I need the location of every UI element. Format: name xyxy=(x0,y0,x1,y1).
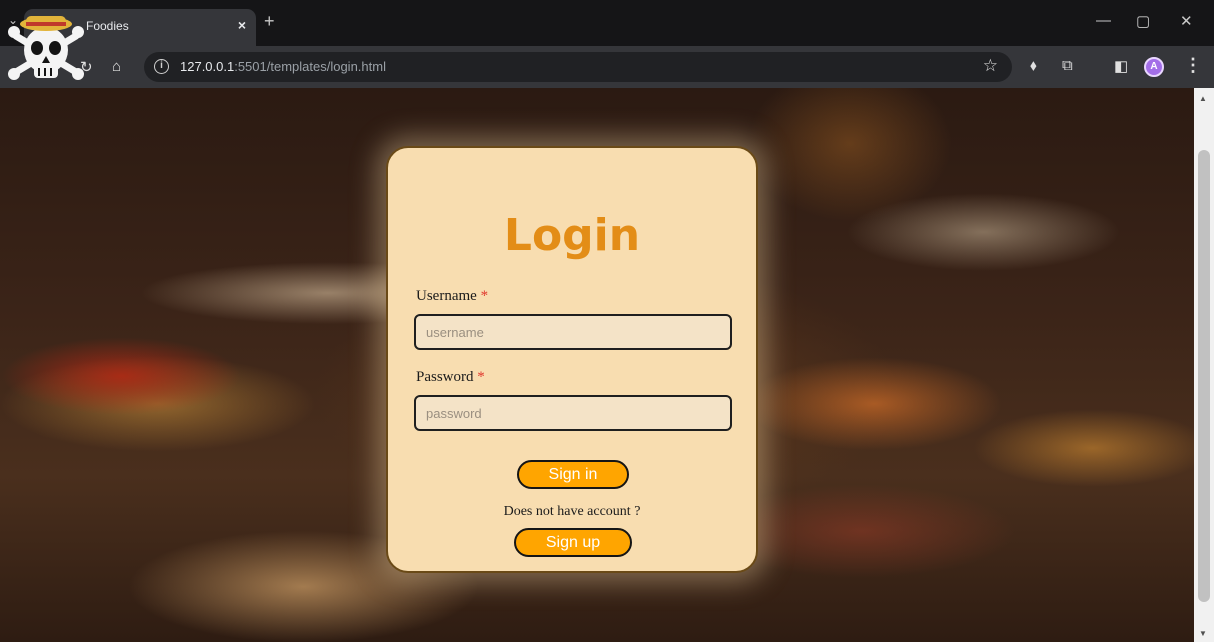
password-label: Password * xyxy=(416,369,485,386)
tab-close-icon[interactable]: × xyxy=(238,17,246,33)
skull-crossbones-favicon-icon xyxy=(8,16,84,80)
username-input[interactable] xyxy=(414,314,732,350)
login-title: Login xyxy=(503,210,641,261)
signup-prompt: Does not have account ? xyxy=(503,504,641,519)
login-card: Login Username * Password * Sign in Does… xyxy=(386,146,758,573)
username-label: Username * xyxy=(416,288,488,305)
extensions-puzzle-icon[interactable]: ⧉ xyxy=(1062,57,1073,74)
url-host: 127.0.0.1 xyxy=(180,59,235,74)
scrollbar-thumb[interactable] xyxy=(1198,150,1210,602)
window-minimize-button[interactable]: — xyxy=(1096,12,1111,29)
url-path: :5501/templates/login.html xyxy=(234,59,386,74)
password-label-text: Password xyxy=(416,369,474,385)
window-close-button[interactable]: ✕ xyxy=(1180,12,1193,30)
food-background-page: Login Username * Password * Sign in Does… xyxy=(0,88,1214,642)
extension-drop-icon[interactable]: ⬧ xyxy=(1030,57,1037,74)
address-bar[interactable]: i 127.0.0.1:5501/templates/login.html ☆ xyxy=(144,52,1012,82)
page-scrollbar[interactable]: ▲ ▼ xyxy=(1194,88,1214,642)
url-text: 127.0.0.1:5501/templates/login.html xyxy=(180,59,386,74)
password-required-marker: * xyxy=(477,369,485,385)
site-info-icon[interactable]: i xyxy=(154,59,169,74)
new-tab-button[interactable]: + xyxy=(264,11,275,32)
tab-bar: ⌄ Foodies × + — ▢ ✕ xyxy=(0,0,1214,46)
username-label-text: Username xyxy=(416,288,477,304)
signin-button[interactable]: Sign in xyxy=(517,460,629,489)
scroll-down-arrow-icon[interactable]: ▼ xyxy=(1199,629,1207,638)
window-restore-button[interactable]: ▢ xyxy=(1136,12,1150,30)
password-input[interactable] xyxy=(414,395,732,431)
profile-avatar[interactable]: A xyxy=(1144,57,1164,77)
bookmark-star-icon[interactable]: ☆ xyxy=(983,56,998,76)
signup-button[interactable]: Sign up xyxy=(514,528,632,557)
home-icon[interactable]: ⌂ xyxy=(112,58,121,75)
browser-menu-icon[interactable]: ⋮ xyxy=(1184,55,1202,76)
username-required-marker: * xyxy=(480,288,489,304)
scroll-up-arrow-icon[interactable]: ▲ xyxy=(1199,94,1207,103)
browser-toolbar: ↻ ⌂ i 127.0.0.1:5501/templates/login.htm… xyxy=(0,46,1214,88)
side-panel-icon[interactable]: ◧ xyxy=(1114,57,1128,75)
